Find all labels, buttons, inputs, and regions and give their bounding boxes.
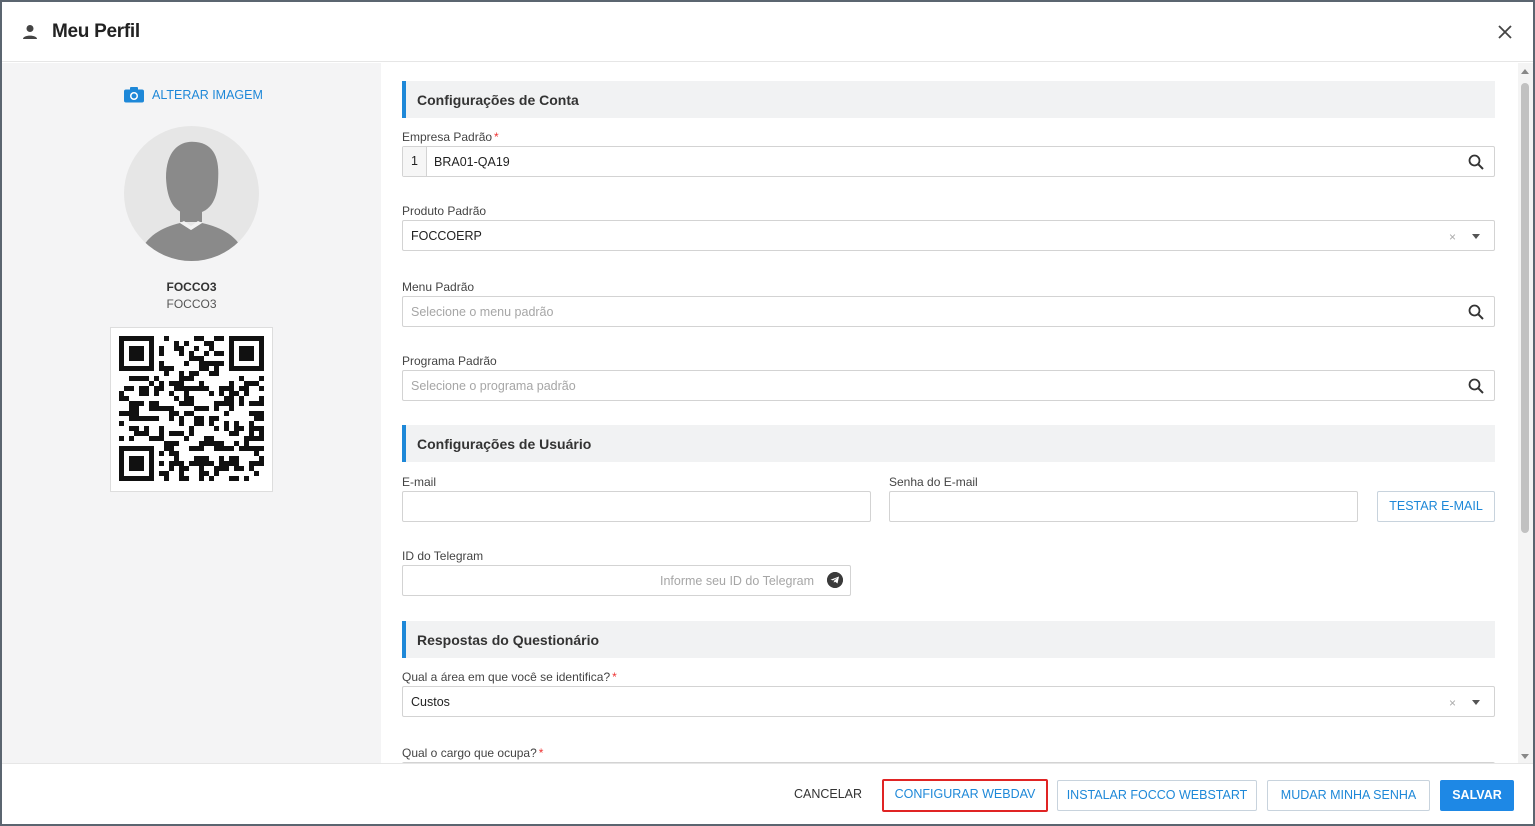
search-icon[interactable] [1468,154,1484,170]
area-select[interactable]: Custos × [402,686,1495,717]
company-code: 1 [403,147,427,176]
menu-placeholder: Selecione o menu padrão [411,305,554,319]
search-icon[interactable] [1468,378,1484,394]
save-button[interactable]: SALVAR [1440,780,1514,811]
telegram-label: ID do Telegram [402,549,484,563]
company-field[interactable]: 1 BRA01-QA19 [402,146,1495,177]
area-value: Custos [411,695,450,709]
area-label: Qual a área em que você se identifica? * [402,670,617,684]
chevron-down-icon[interactable] [1472,700,1480,705]
telegram-placeholder: Informe seu ID do Telegram [659,574,814,588]
change-image-button[interactable]: ALTERAR IMAGEM [124,87,263,103]
profile-sidebar: ALTERAR IMAGEM FOCCO3 FOCCO3 [2,63,381,763]
profile-display-name: FOCCO3 [166,297,217,311]
section-user-title: Configurações de Usuário [417,436,592,452]
scroll-up-icon[interactable] [1521,69,1529,74]
section-user: Configurações de Usuário [402,425,1495,462]
program-field[interactable]: Selecione o programa padrão [402,370,1495,401]
program-placeholder: Selecione o programa padrão [411,379,576,393]
section-account: Configurações de Conta [402,81,1495,118]
change-image-label: ALTERAR IMAGEM [152,88,263,102]
email-password-field[interactable] [889,491,1358,522]
email-field[interactable] [402,491,871,522]
chevron-down-icon[interactable] [1472,234,1480,239]
avatar-silhouette-icon [138,141,246,261]
qr-code [110,327,273,492]
menu-field[interactable]: Selecione o menu padrão [402,296,1495,327]
product-select[interactable]: FOCCOERP × [402,220,1495,251]
close-icon[interactable] [1497,24,1513,40]
dialog-header: Meu Perfil [2,2,1533,62]
cancel-button[interactable]: CANCELAR [785,780,871,811]
avatar [124,126,259,261]
configure-webdav-button[interactable]: CONFIGURAR WEBDAV [882,779,1048,812]
company-value: BRA01-QA19 [434,155,510,169]
product-value: FOCCOERP [411,229,482,243]
required-marker: * [612,670,617,684]
clear-icon[interactable]: × [1449,230,1456,244]
test-email-button[interactable]: TESTAR E-MAIL [1377,491,1495,522]
menu-label: Menu Padrão [402,280,475,294]
telegram-icon [827,572,843,588]
profile-form: Configurações de Conta Empresa Padrão * 1… [382,63,1518,763]
section-questionnaire: Respostas do Questionário [402,621,1495,658]
section-account-title: Configurações de Conta [417,92,579,108]
change-password-button[interactable]: MUDAR MINHA SENHA [1267,780,1430,811]
role-label: Qual o cargo que ocupa? * [402,746,544,760]
company-label: Empresa Padrão * [402,130,499,144]
camera-icon [124,87,144,103]
dialog-title: Meu Perfil [52,21,140,42]
search-icon[interactable] [1468,304,1484,320]
install-webstart-button[interactable]: INSTALAR FOCCO WEBSTART [1057,780,1257,811]
required-marker: * [538,746,544,760]
dialog-footer: CANCELAR CONFIGURAR WEBDAV INSTALAR FOCC… [2,763,1533,824]
product-label: Produto Padrão [402,204,487,218]
required-marker: * [494,130,499,144]
email-label: E-mail [402,475,437,489]
profile-username: FOCCO3 [166,280,217,294]
qr-code-icon [119,336,264,481]
scrollbar[interactable] [1518,63,1533,763]
clear-icon[interactable]: × [1449,696,1456,710]
scrollbar-thumb[interactable] [1521,83,1529,533]
scroll-down-icon[interactable] [1521,754,1529,759]
section-questionnaire-title: Respostas do Questionário [417,632,600,648]
telegram-field[interactable]: Informe seu ID do Telegram [402,565,851,596]
user-icon [23,25,37,39]
program-label: Programa Padrão [402,354,497,368]
email-password-label: Senha do E-mail [889,475,978,489]
profile-dialog: Meu Perfil ALTERAR IMAGEM FOCCO3 FOCCO3 [2,2,1533,824]
